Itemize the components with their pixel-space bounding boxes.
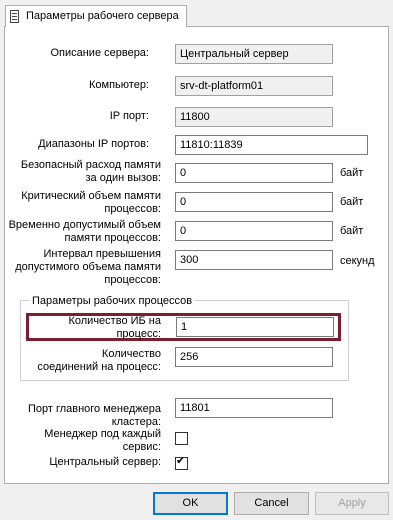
- interval-field[interactable]: 300: [175, 250, 333, 270]
- temp-memory-field[interactable]: 0: [175, 221, 333, 241]
- main-manager-port-field[interactable]: 11801: [175, 398, 333, 418]
- critical-memory-label: Критический объем памяти процессов:: [21, 190, 161, 215]
- main-manager-port-label: Порт главного менеджера кластера:: [27, 403, 161, 428]
- connections-per-process-field[interactable]: 256: [175, 347, 333, 367]
- ib-per-process-field[interactable]: 1: [176, 317, 334, 337]
- safe-memory-label: Безопасный расход памяти за один вызов:: [20, 159, 161, 184]
- port-ranges-field[interactable]: 11810:11839: [175, 135, 368, 155]
- description-field[interactable]: Центральный сервер: [175, 44, 333, 64]
- interval-label: Интервал превышения допустимого объема п…: [15, 248, 161, 286]
- computer-field[interactable]: srv-dt-platform01: [175, 76, 333, 96]
- manager-per-service-label: Менеджер под каждый сервис:: [44, 428, 161, 453]
- check-icon: ✔: [176, 455, 186, 467]
- central-server-label: Центральный сервер:: [49, 456, 161, 468]
- port-ranges-label: Диапазоны IP портов:: [38, 138, 149, 150]
- critical-memory-field[interactable]: 0: [175, 192, 333, 212]
- ib-per-process-label: Количество ИБ на процесс:: [68, 315, 161, 340]
- safe-memory-field[interactable]: 0: [175, 163, 333, 183]
- temp-memory-label: Временно допустимый объем памяти процесс…: [8, 219, 161, 244]
- safe-memory-unit: байт: [340, 167, 364, 179]
- manager-per-service-checkbox[interactable]: [175, 432, 188, 445]
- description-label: Описание сервера:: [50, 47, 149, 59]
- ip-port-field[interactable]: 11800: [175, 107, 333, 127]
- computer-label: Компьютер:: [89, 79, 149, 91]
- ip-port-label: IP порт:: [109, 110, 149, 122]
- critical-memory-unit: байт: [340, 196, 364, 208]
- tab-server-params[interactable]: Параметры рабочего сервера: [5, 5, 187, 27]
- process-params-title: Параметры рабочих процессов: [30, 295, 195, 307]
- tab-label: Параметры рабочего сервера: [26, 10, 179, 22]
- cancel-button[interactable]: Cancel: [234, 492, 309, 515]
- apply-button[interactable]: Apply: [315, 492, 389, 515]
- temp-memory-unit: байт: [340, 225, 364, 237]
- ok-button[interactable]: OK: [153, 492, 228, 515]
- central-server-checkbox[interactable]: ✔: [175, 455, 188, 470]
- interval-unit: секунд: [340, 255, 375, 267]
- document-icon: [10, 10, 19, 23]
- connections-per-process-label: Количество соединений на процесс:: [37, 348, 161, 373]
